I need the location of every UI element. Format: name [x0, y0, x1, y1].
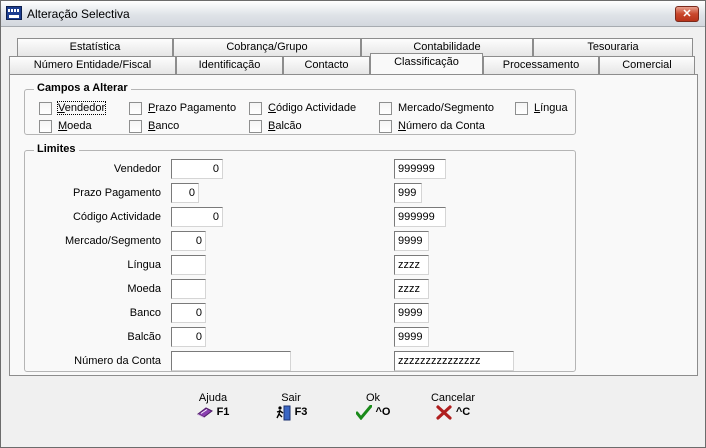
- checkbox-label: Número da Conta: [398, 120, 485, 132]
- ajuda-shortcut: F1: [216, 406, 230, 418]
- sair-caption: Sair: [281, 392, 301, 404]
- moeda-to-input[interactable]: zzzz: [394, 279, 429, 299]
- checkbox-vendedor[interactable]: Vendedor: [39, 101, 107, 115]
- checkbox-label: Mercado/Segmento: [398, 102, 494, 114]
- checkbox-lingua[interactable]: Língua: [515, 101, 568, 115]
- checkbox-label: Vendedor: [56, 101, 107, 115]
- cancelar-caption: Cancelar: [430, 392, 476, 404]
- banco-to-input[interactable]: 9999: [394, 303, 429, 323]
- checkbox-box[interactable]: [249, 101, 262, 115]
- lingua-from-input[interactable]: [171, 255, 206, 275]
- vendedor-to-input[interactable]: 999999: [394, 159, 446, 179]
- vendedor-from-input[interactable]: 0: [171, 159, 223, 179]
- checkbox-label: Balcão: [268, 120, 302, 132]
- checkbox-box[interactable]: [39, 119, 52, 133]
- tab-panel-classificacao: Campos a Alterar Vendedor Prazo Pagament…: [9, 74, 698, 376]
- tab-comercial[interactable]: Comercial: [599, 56, 695, 74]
- close-button[interactable]: ✕: [675, 6, 699, 22]
- lingua-to-input[interactable]: zzzz: [394, 255, 429, 275]
- checkbox-box[interactable]: [379, 101, 392, 115]
- mercado-segmento-to-input[interactable]: 9999: [394, 231, 429, 251]
- checkbox-label: Banco: [148, 120, 180, 132]
- checkbox-banco[interactable]: Banco: [129, 119, 179, 133]
- checkmark-icon: [355, 404, 372, 421]
- checkbox-box[interactable]: [129, 119, 142, 133]
- exit-door-icon: [275, 405, 291, 421]
- checkbox-box[interactable]: [515, 101, 528, 115]
- checkbox-mercado-segmento[interactable]: Mercado/Segmento: [379, 101, 494, 115]
- window-title: Alteração Selectiva: [27, 7, 130, 21]
- prazo-pagamento-from-input[interactable]: 0: [171, 183, 199, 203]
- tab-identificacao[interactable]: Identificação: [176, 56, 283, 74]
- numero-da-conta-from-input[interactable]: [171, 351, 291, 371]
- tab-strip: Estatística Cobrança/Grupo Contabilidade…: [9, 37, 698, 75]
- moeda-from-input[interactable]: [171, 279, 206, 299]
- tab-contacto[interactable]: Contacto: [283, 56, 370, 74]
- sair-shortcut: F3: [294, 406, 308, 418]
- tab-tesouraria[interactable]: Tesouraria: [533, 38, 693, 56]
- checkbox-box[interactable]: [379, 119, 392, 133]
- checkbox-moeda[interactable]: Moeda: [39, 119, 92, 133]
- tab-cobranca-grupo[interactable]: Cobrança/Grupo: [173, 38, 361, 56]
- ok-button[interactable]: Ok ^O: [347, 392, 399, 421]
- ajuda-caption: Ajuda: [198, 392, 228, 404]
- help-book-icon: [196, 405, 213, 419]
- numero-da-conta-to-input[interactable]: zzzzzzzzzzzzzzz: [394, 351, 514, 371]
- codigo-actividade-from-input[interactable]: 0: [171, 207, 223, 227]
- cancelar-shortcut: ^C: [455, 406, 471, 418]
- tab-classificacao[interactable]: Classificação: [370, 53, 483, 74]
- banco-from-input[interactable]: 0: [171, 303, 206, 323]
- cancelar-button[interactable]: Cancelar ^C: [425, 392, 481, 420]
- label-numero-da-conta: Número da Conta: [74, 355, 161, 367]
- dialog-window: Alteração Selectiva ✕ Estatística Cobran…: [0, 0, 706, 448]
- label-balcao: Balcão: [127, 331, 161, 343]
- label-vendedor: Vendedor: [113, 163, 161, 175]
- label-banco: Banco: [129, 307, 161, 319]
- cancel-x-icon: [436, 405, 452, 420]
- balcao-from-input[interactable]: 0: [171, 327, 206, 347]
- checkbox-balcao[interactable]: Balcão: [249, 119, 302, 133]
- sair-button[interactable]: Sair F3: [265, 392, 317, 421]
- ok-caption: Ok: [365, 392, 381, 404]
- label-mercado-segmento: Mercado/Segmento: [65, 235, 161, 247]
- app-icon: [6, 6, 22, 20]
- label-codigo-actividade: Código Actividade: [72, 211, 161, 223]
- ajuda-button[interactable]: Ajuda F1: [187, 392, 239, 419]
- checkbox-box[interactable]: [39, 101, 52, 115]
- label-prazo-pagamento: Prazo Pagamento: [72, 187, 161, 199]
- checkbox-label: Língua: [534, 102, 568, 114]
- label-moeda: Moeda: [127, 283, 161, 295]
- ok-shortcut: ^O: [375, 406, 391, 418]
- checkbox-label: Prazo Pagamento: [148, 102, 237, 114]
- campos-group: Campos a Alterar Vendedor Prazo Pagament…: [24, 82, 576, 135]
- tab-processamento[interactable]: Processamento: [483, 56, 599, 74]
- checkbox-box[interactable]: [129, 101, 142, 115]
- codigo-actividade-to-input[interactable]: 999999: [394, 207, 446, 227]
- tab-estatistica[interactable]: Estatística: [17, 38, 173, 56]
- limites-group: Limites Vendedor Prazo Pagamento Código …: [24, 143, 576, 372]
- checkbox-codigo-actividade[interactable]: Código Actividade: [249, 101, 356, 115]
- limites-group-title: Limites: [34, 143, 79, 155]
- mercado-segmento-from-input[interactable]: 0: [171, 231, 206, 251]
- checkbox-label: Moeda: [58, 120, 92, 132]
- checkbox-numero-da-conta[interactable]: Número da Conta: [379, 119, 485, 133]
- checkbox-prazo-pagamento[interactable]: Prazo Pagamento: [129, 101, 236, 115]
- title-bar: Alteração Selectiva ✕: [1, 1, 705, 27]
- label-lingua: Língua: [127, 259, 161, 271]
- checkbox-box[interactable]: [249, 119, 262, 133]
- prazo-pagamento-to-input[interactable]: 999: [394, 183, 422, 203]
- tab-numero-entidade-fiscal[interactable]: Número Entidade/Fiscal: [9, 56, 176, 74]
- campos-group-title: Campos a Alterar: [34, 82, 131, 94]
- balcao-to-input[interactable]: 9999: [394, 327, 429, 347]
- checkbox-label: Código Actividade: [268, 102, 357, 114]
